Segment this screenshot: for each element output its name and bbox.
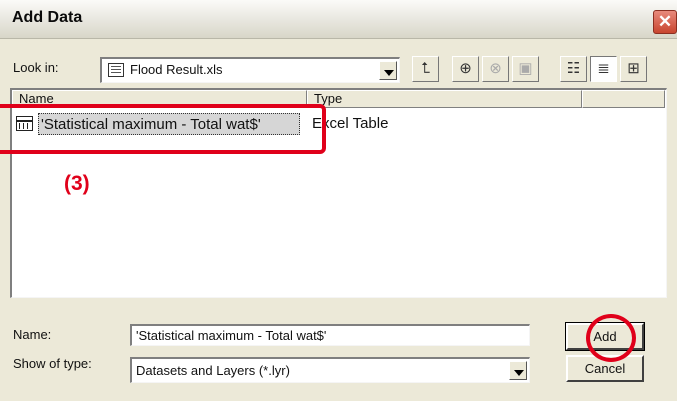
chevron-down-icon[interactable] xyxy=(379,61,397,80)
close-button[interactable]: ✕ xyxy=(653,10,677,34)
annotation-highlight-circle xyxy=(586,314,636,362)
dialog-title: Add Data xyxy=(12,9,83,26)
name-field-value: 'Statistical maximum - Total wat$' xyxy=(136,328,327,343)
spreadsheet-icon xyxy=(108,63,124,77)
title-bar: Add Data ✕ xyxy=(0,0,677,39)
folder-up-icon: ⮤ xyxy=(421,60,430,77)
annotation-step-label: (3) xyxy=(64,172,90,195)
disconnect-folder-icon: ⊗ xyxy=(489,60,502,77)
column-header-empty xyxy=(582,90,665,108)
show-of-type-value: Datasets and Layers (*.lyr) xyxy=(136,363,290,378)
show-of-type-label: Show of type: xyxy=(13,356,92,371)
thumbnails-icon: ⊞ xyxy=(627,60,640,77)
disconnect-folder-button[interactable]: ⊗ xyxy=(482,56,509,82)
add-data-dialog: Add Data ✕ Look in: Flood Result.xls ⮤ ⊕… xyxy=(0,0,677,401)
details-view-button[interactable]: ≣ xyxy=(590,56,617,82)
look-in-label: Look in: xyxy=(13,60,59,75)
thumbnails-button[interactable]: ⊞ xyxy=(620,56,647,82)
show-of-type-dropdown[interactable]: Datasets and Layers (*.lyr) xyxy=(130,357,530,383)
up-one-level-button[interactable]: ⮤ xyxy=(412,56,439,82)
details-view-icon: ≣ xyxy=(597,60,610,77)
new-button[interactable]: ▣ xyxy=(512,56,539,82)
name-label: Name: xyxy=(13,327,52,342)
connect-folder-icon: ⊕ xyxy=(459,60,472,77)
new-file-icon: ▣ xyxy=(518,60,533,77)
column-header-type[interactable]: Type xyxy=(307,90,582,108)
list-view-button[interactable]: ☷ xyxy=(560,56,587,82)
chevron-down-icon[interactable] xyxy=(509,361,527,380)
list-view-icon: ☷ xyxy=(566,60,581,77)
annotation-highlight-rect xyxy=(0,104,326,154)
connect-folder-button[interactable]: ⊕ xyxy=(452,56,479,82)
name-field[interactable]: 'Statistical maximum - Total wat$' xyxy=(130,324,530,346)
look-in-value: Flood Result.xls xyxy=(130,62,223,77)
look-in-dropdown[interactable]: Flood Result.xls xyxy=(100,57,400,83)
